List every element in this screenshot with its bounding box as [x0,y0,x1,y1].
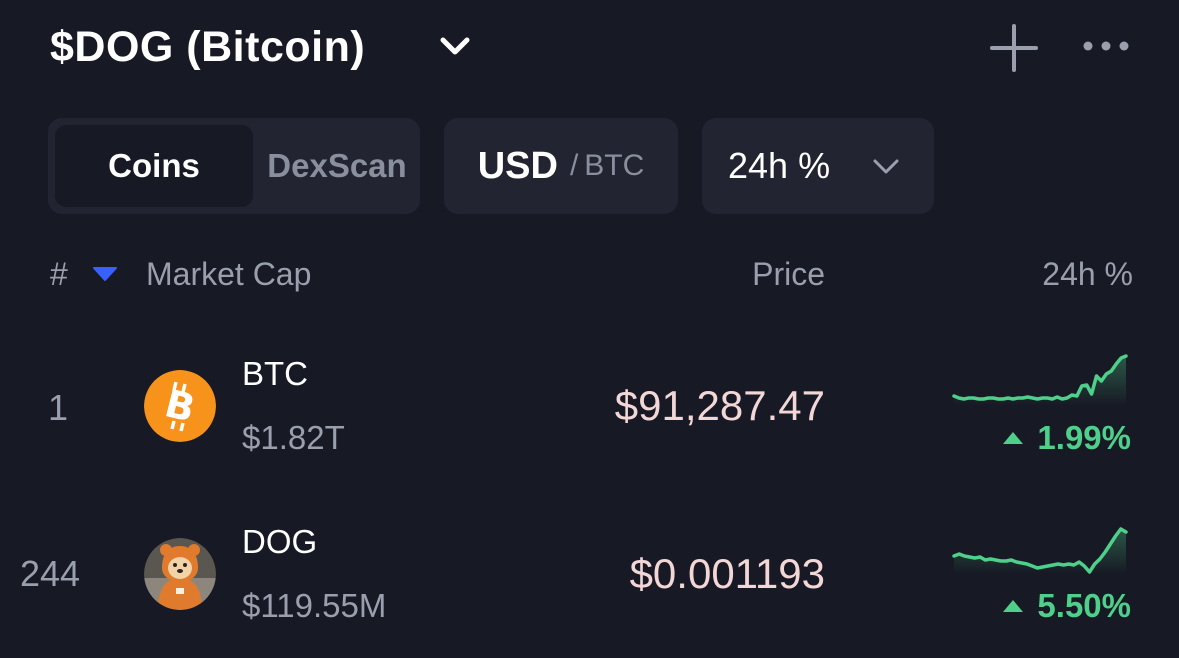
row-rank: 1 [48,387,69,428]
price-change: 1.99% [1003,418,1131,458]
column-price[interactable]: Price [752,254,825,294]
column-rank[interactable]: # [50,254,68,294]
more-horizontal-icon[interactable] [1080,30,1132,62]
coin-symbol: DOG [242,523,318,560]
coin-market-cap: $119.55M [242,587,387,624]
price-change-value: 1.99% [1037,419,1131,456]
column-change[interactable]: 24h % [1042,254,1133,294]
period-select[interactable]: 24h % [702,118,934,214]
row-rank: 244 [20,553,81,594]
table-row[interactable]: 244 DOG $119.55M $0.001193 5.50% [0,508,1179,648]
page-title[interactable]: $DOG (Bitcoin) [50,20,365,74]
currency-usd[interactable]: USD [478,145,558,188]
sparkline-chart [952,354,1128,406]
price-change: 5.50% [1003,586,1131,626]
plus-icon[interactable] [990,24,1038,72]
column-market-cap[interactable]: Market Cap [146,254,311,294]
tab-dexscan[interactable]: DexScan [254,125,420,207]
currency-toggle[interactable]: USD / BTC [444,118,678,214]
chevron-down-icon[interactable] [437,28,473,64]
tab-coins[interactable]: Coins [55,125,253,207]
currency-btc[interactable]: BTC [584,149,644,183]
sort-down-icon[interactable] [92,264,118,284]
table-row[interactable]: 1 B BTC $1.82T $91,287.47 1.99% [0,340,1179,480]
coin-symbol: BTC [242,355,308,392]
bitcoin-logo-icon: B [144,370,216,442]
sparkline-chart [952,527,1128,574]
coin-price: $91,287.47 [614,382,825,429]
chevron-down-icon [873,159,899,174]
triangle-up-icon [1003,432,1024,444]
dog-avatar-icon [144,538,216,610]
listing-type-toggle: Coins DexScan [48,118,420,214]
currency-separator: / [569,149,579,182]
coin-market-cap: $1.82T [242,419,345,456]
period-label: 24h % [728,145,831,186]
coin-price: $0.001193 [629,550,825,597]
price-change-value: 5.50% [1037,587,1131,624]
triangle-up-icon [1003,600,1024,612]
